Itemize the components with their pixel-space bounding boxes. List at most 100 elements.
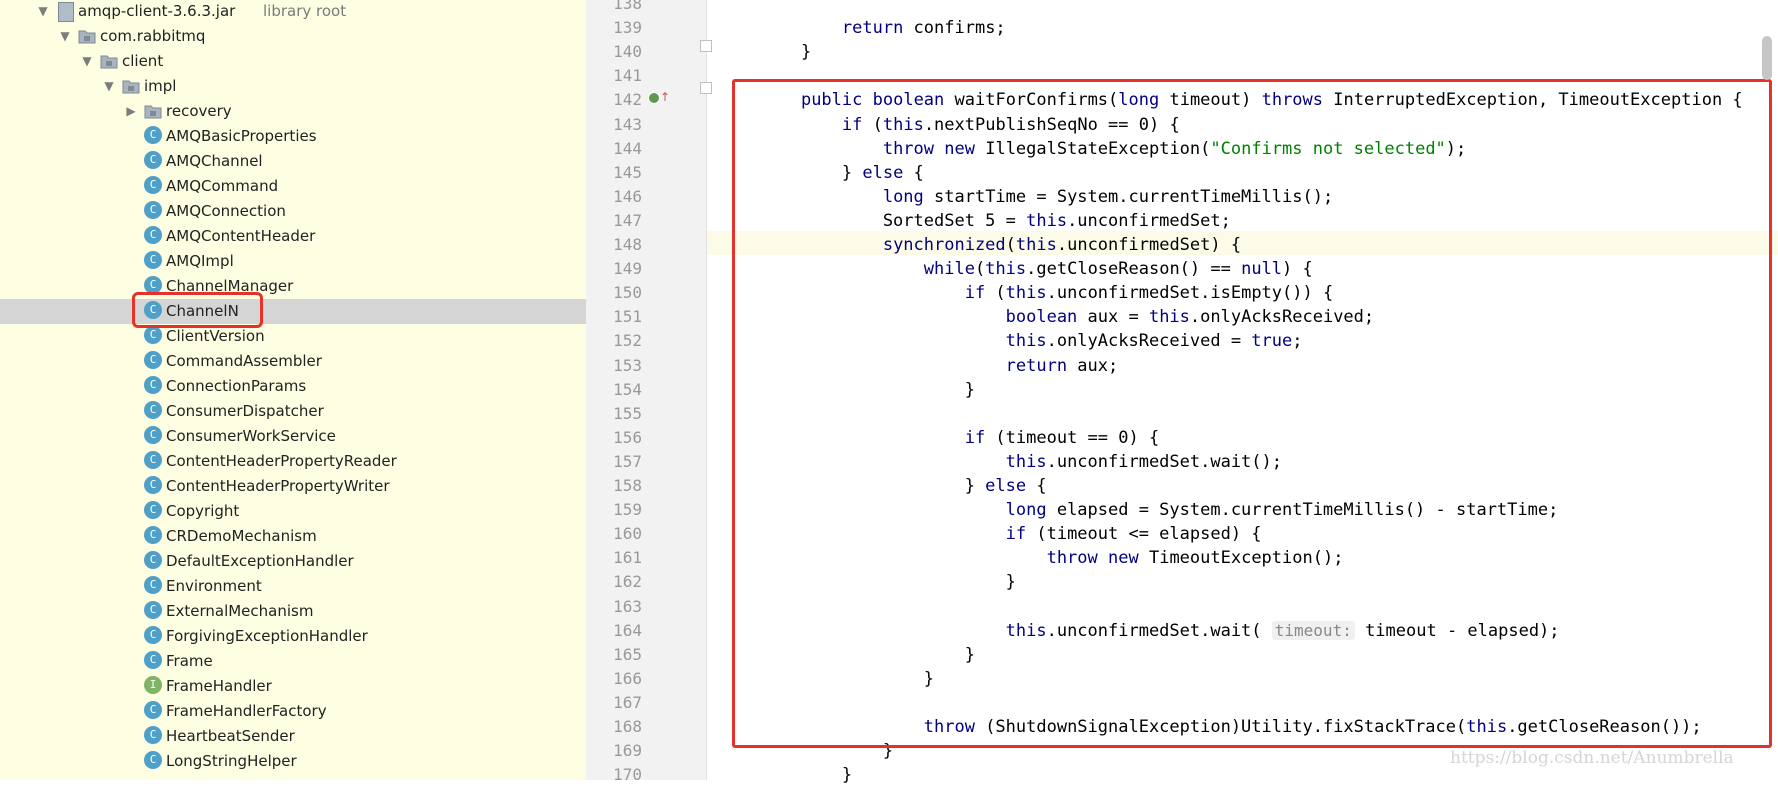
tree-item-label: ContentHeaderPropertyReader <box>166 452 397 470</box>
tree-item-class[interactable]: C ConsumerDispatcher <box>0 399 586 424</box>
tree-item-class[interactable]: C AMQImpl <box>0 249 586 274</box>
tree-item-class[interactable]: C HeartbeatSender <box>0 724 586 749</box>
class-icon: C <box>144 151 162 169</box>
code-line[interactable]: return confirms; <box>760 16 1006 40</box>
tree-item-label: AMQContentHeader <box>166 227 316 245</box>
tree-item-label: ConnectionParams <box>166 377 307 395</box>
fold-marker-icon[interactable] <box>700 40 712 52</box>
tree-item-label: AMQImpl <box>166 252 234 270</box>
line-number: 165 <box>613 644 642 664</box>
line-number: 138 <box>613 0 642 13</box>
class-icon: C <box>144 701 162 719</box>
class-icon: C <box>144 751 162 769</box>
tree-item-label: AMQBasicProperties <box>166 127 317 145</box>
line-number: 144 <box>613 138 642 158</box>
tree-item-class[interactable]: C ClientVersion <box>0 324 586 349</box>
collapse-arrow-icon[interactable]: ▼ <box>102 76 116 96</box>
line-number: 142 <box>613 90 642 110</box>
method-highlight-box <box>732 79 1772 748</box>
tree-item-label: ForgivingExceptionHandler <box>166 627 368 645</box>
tree-item-label: Environment <box>166 577 262 595</box>
line-number: 140 <box>613 42 642 62</box>
class-icon: C <box>144 651 162 669</box>
package-icon <box>122 78 140 94</box>
class-icon: C <box>144 476 162 494</box>
line-number: 156 <box>613 427 642 447</box>
tree-item-class[interactable]: C Environment <box>0 574 586 599</box>
tree-item-label: ConsumerDispatcher <box>166 402 324 420</box>
class-icon: C <box>144 376 162 394</box>
tree-item-class[interactable]: C AMQBasicProperties <box>0 124 586 149</box>
tree-item-class[interactable]: C ChannelN <box>0 299 586 324</box>
class-icon: C <box>144 201 162 219</box>
tree-item-class[interactable]: C ConnectionParams <box>0 374 586 399</box>
expand-arrow-icon[interactable]: ▶ <box>124 101 138 121</box>
tree-item-class[interactable]: C AMQChannel <box>0 149 586 174</box>
collapse-arrow-icon[interactable]: ▼ <box>58 26 72 46</box>
class-icon: C <box>144 501 162 519</box>
jar-name: amqp-client-3.6.3.jar <box>78 2 236 20</box>
tree-item-class[interactable]: C ContentHeaderPropertyWriter <box>0 474 586 499</box>
line-number: 154 <box>613 379 642 399</box>
tree-item-label: ExternalMechanism <box>166 602 314 620</box>
watermark: https://blog.csdn.net/Anumbrella <box>1450 748 1734 768</box>
tree-item-class[interactable]: C CRDemoMechanism <box>0 524 586 549</box>
tree-item-jar[interactable]: ▼ amqp-client-3.6.3.jar library root <box>0 0 586 24</box>
line-number: 162 <box>613 572 642 592</box>
tree-item-class[interactable]: C AMQConnection <box>0 199 586 224</box>
tree-item-package[interactable]: ▼ impl <box>0 74 586 99</box>
tree-item-class[interactable]: C ChannelManager <box>0 274 586 299</box>
line-number: 151 <box>613 307 642 327</box>
code-line[interactable]: } <box>760 40 811 64</box>
tree-item-class[interactable]: C AMQCommand <box>0 174 586 199</box>
tree-item-class[interactable]: C ContentHeaderPropertyReader <box>0 449 586 474</box>
tree-item-class[interactable]: C ConsumerWorkService <box>0 424 586 449</box>
line-number: 155 <box>613 403 642 423</box>
line-number: 146 <box>613 186 642 206</box>
class-icon: C <box>144 626 162 644</box>
tree-item-package[interactable]: ▼ client <box>0 49 586 74</box>
tree-item-class[interactable]: I FrameHandler <box>0 674 586 699</box>
tree-item-label: FrameHandler <box>166 677 272 695</box>
jar-icon <box>58 2 74 22</box>
project-tree: ▼ amqp-client-3.6.3.jar library root ▼ com.r… <box>0 0 586 780</box>
line-number: 170 <box>613 765 642 785</box>
class-icon: C <box>144 126 162 144</box>
line-number: 145 <box>613 162 642 182</box>
line-number: 148 <box>613 235 642 254</box>
line-number: 149 <box>613 259 642 279</box>
tree-item-class[interactable]: C ExternalMechanism <box>0 599 586 624</box>
tree-item-label: ContentHeaderPropertyWriter <box>166 477 390 495</box>
class-icon: C <box>144 176 162 194</box>
tree-item-class[interactable]: C AMQContentHeader <box>0 224 586 249</box>
tree-item-label: FrameHandlerFactory <box>166 702 327 720</box>
tree-item-package[interactable]: ▼ com.rabbitmq <box>0 24 586 49</box>
tree-item-label: DefaultExceptionHandler <box>166 552 354 570</box>
code-line[interactable]: } <box>760 763 852 787</box>
tree-item-label: HeartbeatSender <box>166 727 295 745</box>
class-icon: C <box>144 226 162 244</box>
editor-scrollbar[interactable] <box>1762 36 1772 80</box>
tree-item-class[interactable]: C LongStringHelper <box>0 749 586 774</box>
tree-item-class[interactable]: C Frame <box>0 649 586 674</box>
line-number: 141 <box>613 66 642 86</box>
tree-item-label: Copyright <box>166 502 240 520</box>
package-icon <box>100 53 118 69</box>
tree-item-class[interactable]: C Copyright <box>0 499 586 524</box>
tree-item-label: com.rabbitmq <box>100 27 206 45</box>
line-number: 139 <box>613 18 642 38</box>
fold-marker-icon[interactable] <box>700 82 712 94</box>
package-icon <box>78 28 96 44</box>
override-arrow-icon[interactable]: ↑ <box>660 90 670 104</box>
implements-marker-icon[interactable] <box>648 92 660 104</box>
library-root-label: library root <box>263 2 347 20</box>
collapse-arrow-icon[interactable]: ▼ <box>36 1 50 21</box>
tree-item-class[interactable]: C DefaultExceptionHandler <box>0 549 586 574</box>
tree-item-folder[interactable]: ▶ recovery <box>0 99 586 124</box>
collapse-arrow-icon[interactable]: ▼ <box>80 51 94 71</box>
tree-item-class[interactable]: C CommandAssembler <box>0 349 586 374</box>
line-number: 160 <box>613 524 642 544</box>
tree-item-class[interactable]: C FrameHandlerFactory <box>0 699 586 724</box>
tree-item-class[interactable]: C ForgivingExceptionHandler <box>0 624 586 649</box>
line-number: 153 <box>613 355 642 375</box>
